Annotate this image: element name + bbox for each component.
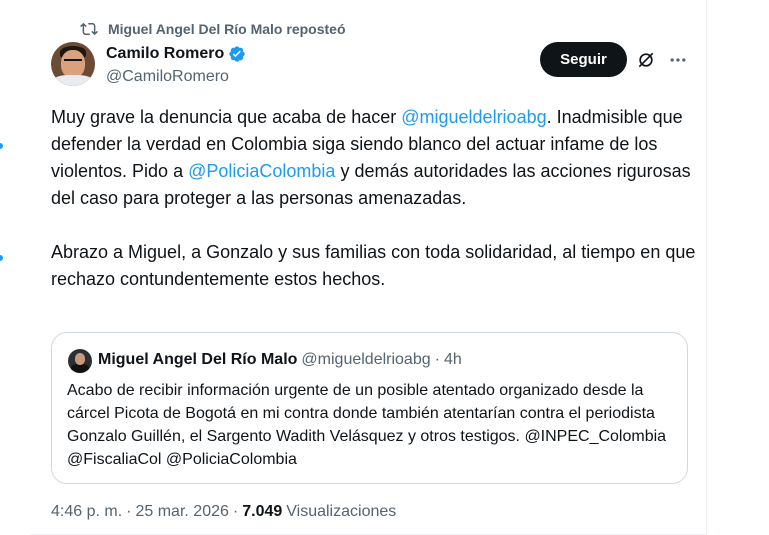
author-name[interactable]: Camilo Romero [106, 44, 224, 64]
edge-indicator-dot [0, 255, 3, 261]
tweet-date[interactable]: 25 mar. 2026 [135, 500, 228, 524]
repost-indicator[interactable]: Miguel Angel Del Río Malo reposteó [80, 19, 346, 39]
tweet-time[interactable]: 4:46 p. m. [51, 500, 122, 524]
verified-badge-icon[interactable] [228, 45, 246, 63]
repost-text: Miguel Angel Del Río Malo reposteó [108, 21, 346, 37]
separator-dot: · [232, 503, 239, 520]
tweet-paragraph: Abrazo a Miguel, a Gonzalo y sus familia… [51, 242, 696, 289]
quoted-author-avatar[interactable] [68, 349, 92, 373]
mention-link[interactable]: @migueldelrioabg [401, 107, 546, 127]
more-icon[interactable] [668, 50, 688, 70]
separator-dot: · [126, 503, 132, 520]
column-divider [706, 0, 707, 535]
quoted-tweet[interactable]: Miguel Angel Del Río Malo @migueldelrioa… [51, 332, 688, 484]
grok-icon[interactable] [636, 50, 656, 70]
author-handle[interactable]: @CamiloRomero [106, 67, 246, 87]
views-count: 7.049 [242, 503, 283, 520]
views-label: Visualizaciones [286, 503, 397, 520]
tweet-metadata: 4:46 p. m. · 25 mar. 2026 · 7.049 Visual… [51, 500, 396, 524]
edge-indicator-dot [0, 143, 3, 149]
timeline-left-edge [0, 0, 30, 535]
tweet-text-segment: Muy grave la denuncia que acaba de hacer [51, 107, 402, 127]
repost-icon [80, 22, 98, 36]
quoted-tweet-text: Acabo de recibir información urgente de … [67, 382, 667, 468]
quoted-tweet-time[interactable]: 4h [444, 350, 462, 370]
quoted-author-name[interactable]: Miguel Angel Del Río Malo [98, 350, 297, 370]
mention-link[interactable]: @PoliciaColombia [188, 161, 335, 181]
author-avatar[interactable] [51, 42, 95, 86]
author-info[interactable]: Camilo Romero @CamiloRomero [106, 44, 246, 87]
quoted-tweet-header: Miguel Angel Del Río Malo @migueldelrioa… [98, 350, 462, 370]
tweet-paragraph: Muy grave la denuncia que acaba de hacer… [51, 104, 701, 212]
separator-dot: · [434, 351, 440, 368]
follow-button[interactable]: Seguir [540, 42, 627, 77]
tweet-body: Muy grave la denuncia que acaba de hacer… [51, 104, 701, 293]
quoted-author-handle[interactable]: @migueldelrioabg [301, 350, 430, 370]
